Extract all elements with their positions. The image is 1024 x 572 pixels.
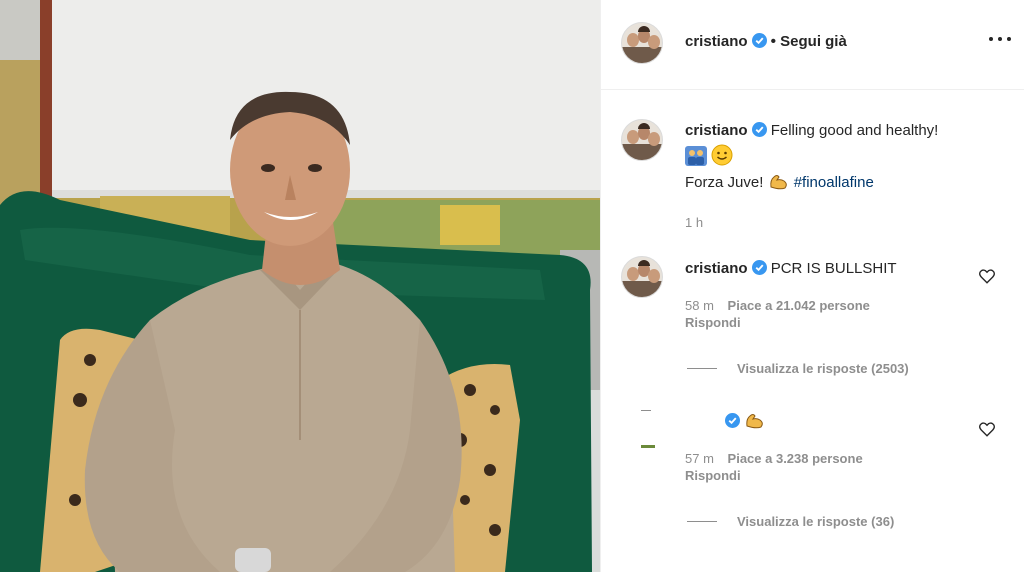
comment-item: 57 m Piace a 3.238 persone Rispondi (685, 410, 975, 483)
view-replies-line (687, 368, 717, 369)
caption-username[interactable]: cristiano (685, 122, 748, 139)
verified-badge-icon (751, 33, 767, 48)
comment-likes[interactable]: Piace a 21.042 persone (728, 298, 870, 313)
verified-badge-icon (725, 413, 740, 428)
like-heart-icon[interactable] (978, 420, 996, 438)
comment-avatar[interactable] (621, 256, 663, 298)
caption-hashtag-link[interactable]: #finoallafine (794, 174, 874, 191)
flexed-biceps-icon (769, 175, 787, 190)
comment-time[interactable]: 57 m (685, 451, 714, 466)
post-image (0, 0, 600, 572)
post-header: cristiano • Segui già (601, 0, 1024, 90)
view-replies-label: Visualizza le risposte (36) (737, 514, 895, 529)
caption-emoji-line (685, 144, 1005, 169)
post-side-panel: cristiano • Segui già cristiano Felling go… (600, 0, 1024, 572)
caption-text-line3: Forza Juve! (685, 174, 764, 191)
reply-button[interactable]: Rispondi (685, 468, 975, 483)
comment-meta: 58 m Piace a 21.042 persone (685, 298, 975, 313)
hidden-avatar-edge (641, 410, 651, 411)
comment-text: PCR IS BULLSHIT (770, 260, 897, 277)
avatar[interactable] (621, 22, 663, 64)
people-icon (685, 146, 707, 166)
comment-meta: 57 m Piace a 3.238 persone (685, 451, 975, 466)
comment-item: cristiano PCR IS BULLSHIT 58 m Piace a 2… (685, 258, 975, 330)
more-options-icon[interactable] (989, 34, 1011, 44)
caption: cristiano Felling good and healthy! Forz… (685, 120, 1005, 234)
flexed-biceps-icon (746, 414, 763, 429)
view-replies-button[interactable]: Visualizza le risposte (2503) (687, 361, 909, 376)
header-username[interactable]: cristiano (685, 33, 748, 50)
smiling-face-icon (711, 144, 733, 166)
comment-likes[interactable]: Piace a 3.238 persone (728, 451, 863, 466)
verified-badge-icon (751, 260, 767, 275)
like-heart-icon[interactable] (978, 267, 996, 285)
separator-dot: • (770, 33, 777, 50)
caption-text-line1: Felling good and healthy! (770, 122, 939, 139)
view-replies-line (687, 521, 717, 522)
comment-time[interactable]: 58 m (685, 298, 714, 313)
hidden-avatar-edge (641, 445, 655, 448)
follow-button[interactable]: Segui già (780, 33, 847, 50)
caption-time[interactable]: 1 h (685, 212, 1005, 234)
verified-badge-icon (751, 122, 767, 137)
header-user-line: cristiano • Segui già (685, 33, 847, 51)
comment-username[interactable]: cristiano (685, 260, 748, 277)
caption-avatar[interactable] (621, 119, 663, 161)
post-photo[interactable] (0, 0, 600, 572)
view-replies-button[interactable]: Visualizza le risposte (36) (687, 514, 894, 529)
reply-button[interactable]: Rispondi (685, 315, 975, 330)
view-replies-label: Visualizza le risposte (2503) (737, 361, 909, 376)
caption-line3: Forza Juve! #finoallafine (685, 171, 1005, 194)
